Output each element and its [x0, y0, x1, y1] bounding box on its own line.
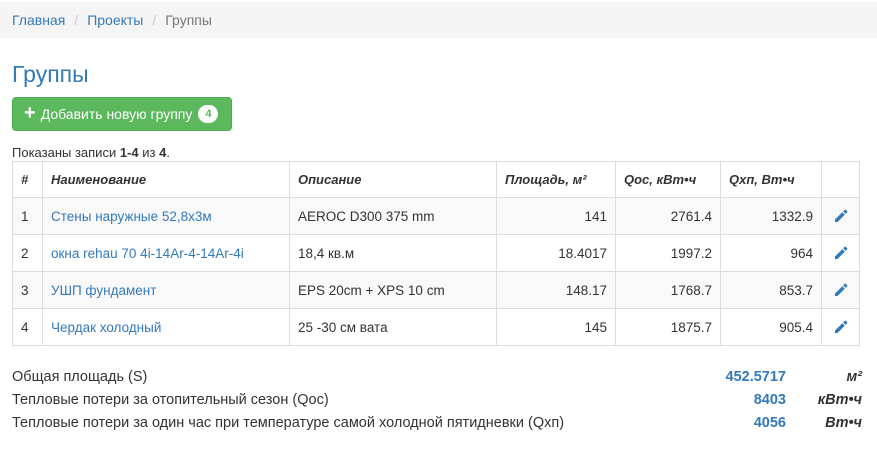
table-header-row: # Наименование Описание Площадь, м² Qoc,… [12, 161, 860, 198]
totals-block: Общая площадь (S) 452.5717 м² Тепловые п… [12, 366, 862, 435]
total-area-unit: м² [846, 369, 862, 385]
row-qxp: 964 [720, 234, 822, 272]
row-qoc: 1875.7 [615, 308, 721, 346]
group-name-link[interactable]: окна rehau 70 4i-14Ar-4-14Ar-4i [51, 246, 244, 261]
total-qxp-label: Тепловые потери за один час при температ… [12, 415, 565, 431]
breadcrumb-separator: / [74, 12, 79, 28]
row-actions [821, 271, 860, 309]
table-row: 1 Стены наружные 52,8х3м AEROC D300 375 … [12, 197, 860, 235]
row-qoc: 1997.2 [615, 234, 721, 272]
row-actions [821, 308, 860, 346]
breadcrumb-separator: / [152, 12, 157, 28]
row-actions [821, 197, 860, 235]
summary-suffix: . [166, 145, 170, 160]
summary-middle: из [138, 145, 160, 160]
group-name-link[interactable]: Стены наружные 52,8х3м [51, 209, 212, 224]
column-header-qxp[interactable]: Qхп, Вт•ч [720, 161, 822, 198]
records-summary: Показаны записи 1-4 из 4. [12, 145, 170, 160]
total-qoc-row: Тепловые потери за отопительный сезон (Q… [12, 389, 862, 412]
column-header-area[interactable]: Площадь, м² [496, 161, 616, 198]
total-qoc-unit: кВт•ч [817, 392, 862, 408]
column-header-actions [821, 161, 860, 198]
row-number: 2 [12, 234, 43, 272]
row-number: 3 [12, 271, 43, 309]
column-header-qoc[interactable]: Qoc, кВт•ч [615, 161, 721, 198]
total-area-row: Общая площадь (S) 452.5717 м² [12, 366, 862, 389]
row-name-cell: Чердак холодный [42, 308, 290, 346]
add-group-button[interactable]: + Добавить новую группу 4 [12, 97, 232, 131]
total-qxp-value: 4056 [753, 415, 786, 431]
table-row: 4 Чердак холодный 25 -30 см вата 145 187… [12, 308, 860, 346]
breadcrumb: Главная / Проекты / Группы [0, 2, 877, 38]
summary-prefix: Показаны записи [12, 145, 120, 160]
column-header-name[interactable]: Наименование [42, 161, 290, 198]
group-count-badge: 4 [198, 105, 219, 123]
row-qoc: 2761.4 [615, 197, 721, 235]
row-name-cell: Стены наружные 52,8х3м [42, 197, 290, 235]
row-area: 18.4017 [496, 234, 616, 272]
total-area-label: Общая площадь (S) [12, 369, 148, 385]
row-number: 1 [12, 197, 43, 235]
row-qxp: 1332.9 [720, 197, 822, 235]
row-description: EPS 20cm + XPS 10 cm [289, 271, 497, 309]
groups-table: # Наименование Описание Площадь, м² Qoc,… [12, 161, 860, 346]
row-description: AEROC D300 375 mm [289, 197, 497, 235]
row-qxp: 905.4 [720, 308, 822, 346]
group-name-link[interactable]: Чердак холодный [51, 320, 161, 335]
plus-icon: + [24, 102, 36, 124]
total-area-value: 452.5717 [725, 369, 786, 385]
pencil-icon[interactable] [833, 245, 849, 261]
breadcrumb-projects-link[interactable]: Проекты [87, 12, 143, 28]
row-qoc: 1768.7 [615, 271, 721, 309]
pencil-icon[interactable] [833, 208, 849, 224]
row-description: 18,4 кв.м [289, 234, 497, 272]
page-title: Группы [12, 61, 89, 87]
row-name-cell: окна rehau 70 4i-14Ar-4-14Ar-4i [42, 234, 290, 272]
total-qoc-label: Тепловые потери за отопительный сезон (Q… [12, 392, 329, 408]
pencil-icon[interactable] [833, 319, 849, 335]
row-description: 25 -30 см вата [289, 308, 497, 346]
column-header-number[interactable]: # [12, 161, 43, 198]
row-actions [821, 234, 860, 272]
total-qxp-row: Тепловые потери за один час при температ… [12, 412, 862, 435]
breadcrumb-home-link[interactable]: Главная [12, 12, 65, 28]
total-qoc-value: 8403 [753, 392, 786, 408]
table-row: 2 окна rehau 70 4i-14Ar-4-14Ar-4i 18,4 к… [12, 234, 860, 272]
group-name-link[interactable]: УШП фундамент [51, 283, 156, 298]
row-area: 145 [496, 308, 616, 346]
row-qxp: 853.7 [720, 271, 822, 309]
total-qxp-unit: Вт•ч [825, 415, 862, 431]
breadcrumb-current: Группы [165, 12, 212, 28]
pencil-icon[interactable] [833, 282, 849, 298]
column-header-description[interactable]: Описание [289, 161, 497, 198]
row-number: 4 [12, 308, 43, 346]
row-area: 141 [496, 197, 616, 235]
add-group-button-label: Добавить новую группу [40, 106, 193, 122]
summary-range: 1-4 [119, 145, 139, 160]
row-area: 148.17 [496, 271, 616, 309]
row-name-cell: УШП фундамент [42, 271, 290, 309]
table-row: 3 УШП фундамент EPS 20cm + XPS 10 cm 148… [12, 271, 860, 309]
